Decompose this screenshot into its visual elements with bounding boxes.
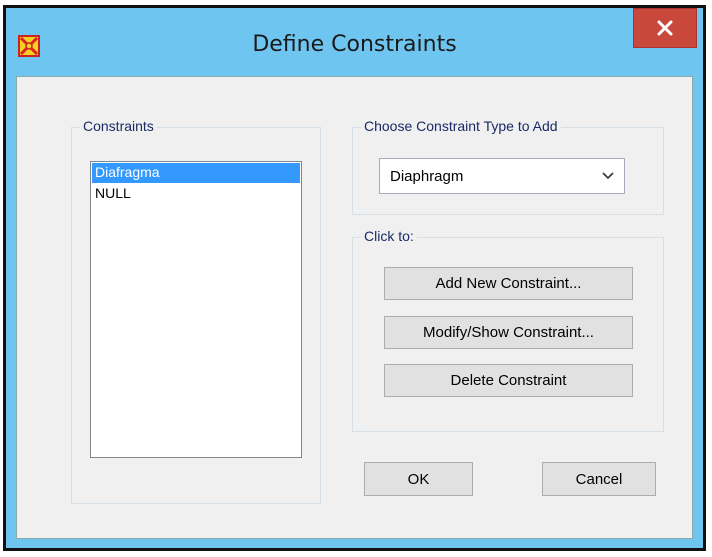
close-button[interactable]	[633, 8, 697, 48]
constraints-group-label: Constraints	[80, 118, 157, 134]
constraint-type-select[interactable]: Diaphragm	[379, 158, 625, 194]
window-title: Define Constraints	[252, 32, 457, 57]
close-icon	[657, 20, 673, 36]
constraint-type-group-label: Choose Constraint Type to Add	[361, 118, 561, 134]
add-new-constraint-button[interactable]: Add New Constraint...	[384, 267, 633, 300]
constraints-list[interactable]: Diafragma NULL	[90, 161, 302, 458]
ok-button[interactable]: OK	[364, 462, 473, 496]
dialog-body: Constraints Diafragma NULL Choose Constr…	[16, 76, 693, 539]
constraint-type-group: Choose Constraint Type to Add Diaphragm	[352, 118, 664, 215]
delete-constraint-button[interactable]: Delete Constraint	[384, 364, 633, 397]
dialog-window: Define Constraints Constraints Diafragma…	[3, 5, 706, 551]
click-to-group-label: Click to:	[361, 228, 417, 244]
title-bar[interactable]: Define Constraints	[6, 8, 703, 83]
cancel-button[interactable]: Cancel	[542, 462, 656, 496]
modify-show-constraint-button[interactable]: Modify/Show Constraint...	[384, 316, 633, 349]
list-item-diafragma[interactable]: Diafragma	[92, 163, 300, 183]
list-item-null[interactable]: NULL	[92, 184, 300, 204]
chevron-down-icon	[602, 172, 614, 180]
constraint-type-value: Diaphragm	[390, 168, 464, 185]
